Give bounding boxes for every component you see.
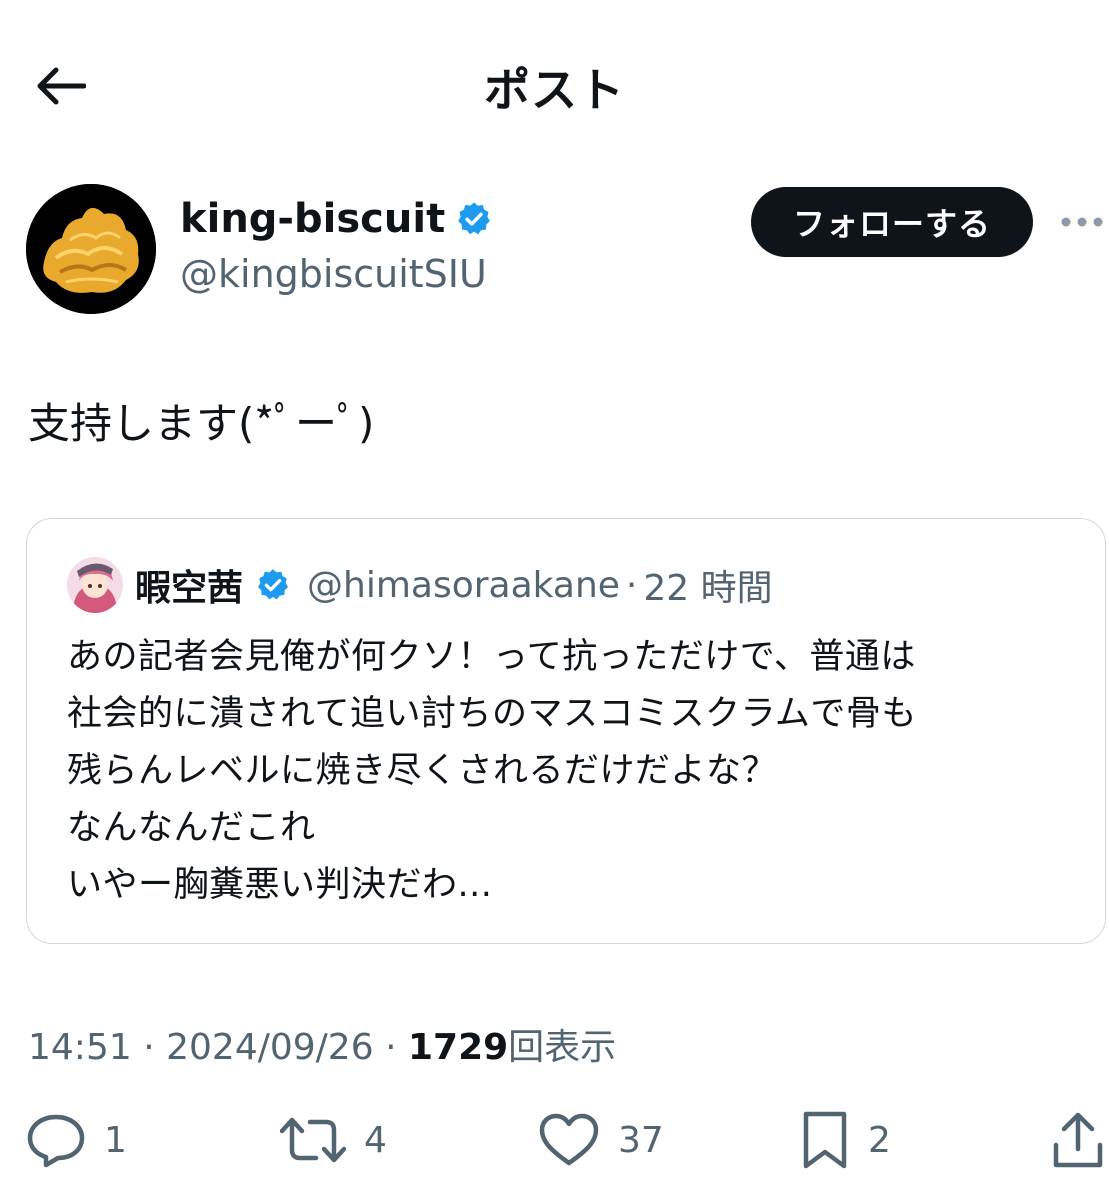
quote-time[interactable]: 22 時間 (643, 559, 772, 611)
heart-icon (539, 1113, 599, 1166)
more-options-button[interactable] (1058, 204, 1106, 240)
quote-header: 暇空茜 @himasoraakane · 22 時間 (135, 559, 773, 611)
tweet-text: 支持します(*ﾟーﾟ) (28, 399, 375, 448)
like-button[interactable]: 37 (538, 1108, 664, 1172)
quote-text: あの記者会見俺が何クソ！って抗っただけで、普通は 社会的に潰されて追い討ちのマス… (67, 629, 1087, 914)
repost-count: 4 (364, 1119, 387, 1161)
bookmark-count: 2 (868, 1119, 891, 1161)
share-icon (1053, 1112, 1103, 1168)
share-button[interactable] (1052, 1108, 1104, 1172)
bookmark-icon (803, 1111, 847, 1169)
verified-badge-icon (258, 569, 289, 600)
quote-text-line: 残らんレベルに焼き尽くされるだけだよな？ (67, 751, 778, 791)
reply-count: 1 (104, 1119, 127, 1161)
tweet-time[interactable]: 14:51 (28, 1027, 132, 1068)
follow-button[interactable]: フォローする (751, 187, 1033, 257)
tweet-date[interactable]: 2024/09/26 (166, 1027, 374, 1068)
quote-avatar[interactable] (67, 557, 123, 613)
view-count: 1729 (407, 1027, 509, 1068)
quote-handle[interactable]: @himasoraakane (307, 565, 620, 606)
view-label: 回表示 (508, 1027, 617, 1068)
like-count: 37 (618, 1119, 664, 1161)
author-name[interactable]: king-biscuit (180, 196, 493, 242)
repost-icon (280, 1117, 346, 1163)
quote-display-name[interactable]: 暇空茜 (135, 559, 243, 611)
meta-separator: · (385, 1027, 397, 1068)
verified-badge-icon (458, 202, 491, 235)
reply-icon (27, 1114, 85, 1168)
quote-text-line: なんなんだこれ (67, 808, 316, 848)
quote-separator: · (625, 564, 638, 606)
quote-text-line: あの記者会見俺が何クソ！って抗っただけで、普通は (67, 637, 916, 677)
author-display-name: king-biscuit (180, 196, 446, 242)
meta-separator: · (143, 1027, 155, 1068)
repost-button[interactable]: 4 (280, 1108, 387, 1172)
author-handle[interactable]: @kingbiscuitSIU (180, 252, 487, 296)
reply-button[interactable]: 1 (26, 1108, 127, 1172)
more-icon (1061, 217, 1103, 227)
quoted-tweet[interactable]: 暇空茜 @himasoraakane · 22 時間 あの記者会見俺が何クソ！っ… (26, 518, 1106, 944)
tweet-meta: 14:51 · 2024/09/26 · 1729回表示 (28, 1018, 616, 1070)
quote-text-line: いやー胸糞悪い判決だわ... (67, 865, 493, 905)
bookmark-button[interactable]: 2 (800, 1108, 891, 1172)
page-title: ポスト (484, 63, 625, 117)
quote-text-line: 社会的に潰されて追い討ちのマスコミスクラムで骨も (67, 694, 917, 734)
avatar[interactable] (26, 184, 156, 314)
